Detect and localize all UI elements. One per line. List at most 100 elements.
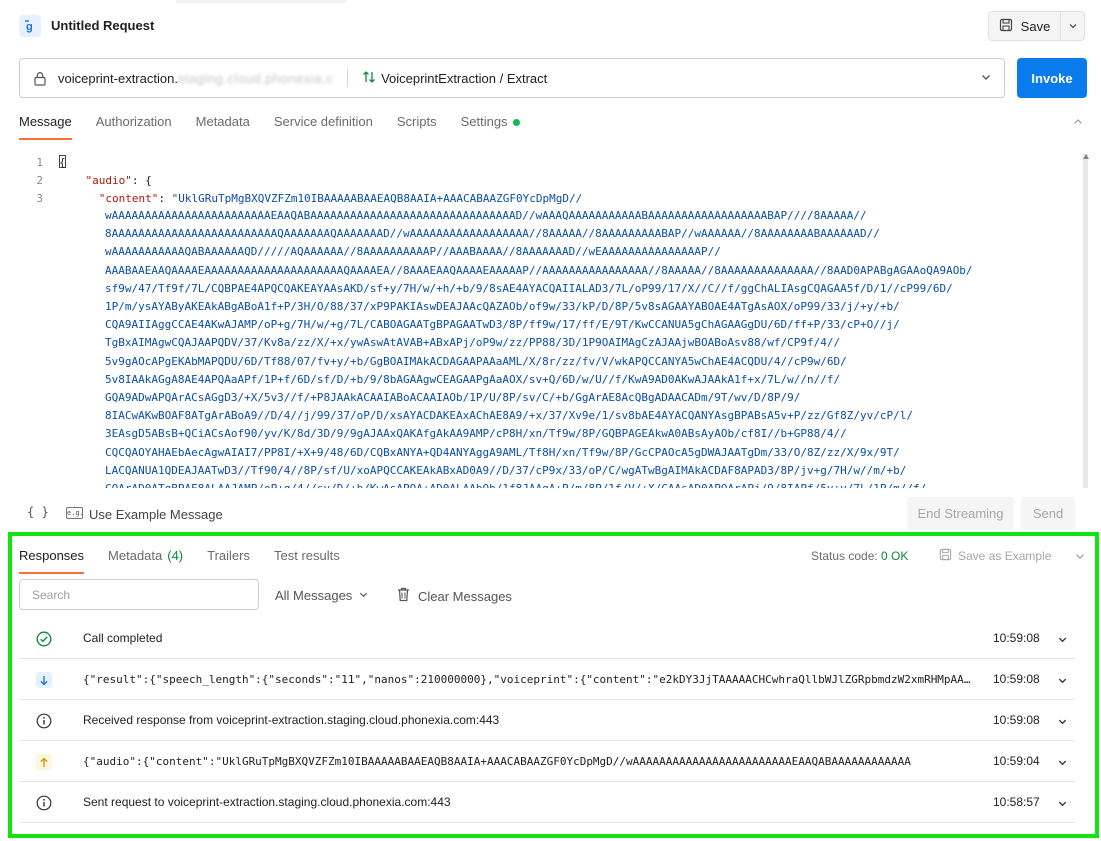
check-circle-icon: [36, 631, 52, 647]
chevron-down-icon[interactable]: [1057, 797, 1068, 812]
list-item[interactable]: Received response from voiceprint-extrac…: [19, 700, 1075, 741]
url-bar[interactable]: voiceprint-extraction.staging.cloud.phon…: [19, 58, 1005, 98]
save-button[interactable]: Save: [988, 11, 1061, 41]
use-example-message-button[interactable]: Use Example Message: [89, 507, 223, 522]
top-bar: g Untitled Request Save: [0, 0, 1101, 52]
chevron-down-icon[interactable]: [1057, 674, 1068, 689]
json-key-content: "content": [98, 192, 159, 205]
json-punct: :: [158, 192, 172, 205]
status-code: Status code: 0 OK: [811, 549, 908, 563]
tab-authorization[interactable]: Authorization: [96, 112, 172, 142]
base64-line: 1P/m/ysAYAByAKEAkABgABoA1f+P/3H/O/88/37/…: [105, 300, 900, 314]
tab-responses[interactable]: Responses: [19, 546, 85, 576]
base64-line: wAAAAAAAAAAAQABAAAAAAQD/////AQAAAAAA//8A…: [105, 245, 721, 259]
status-value: 0 OK: [881, 549, 909, 563]
save-as-example-button[interactable]: Save as Example: [939, 548, 1051, 564]
response-panel: Responses Metadata (4) Trailers Test resu…: [8, 532, 1099, 838]
end-streaming-button[interactable]: End Streaming: [907, 497, 1014, 530]
tab-strip-accent: [176, 0, 346, 3]
trash-icon: [397, 587, 410, 605]
base64-line: COArAD0ATgBPAE8ALAAJAMP/oP+g/4//sv/D/+b/…: [105, 480, 1045, 488]
save-label: Save: [1020, 18, 1051, 34]
code-content: { "audio": { "content": "UklGRuTpMgBXQVZ…: [59, 150, 1081, 205]
line-number: 3: [36, 192, 43, 205]
chevron-down-icon[interactable]: [980, 71, 992, 86]
message-editor[interactable]: 1 2 3 { "audio": { "content": "UklGRuTpM…: [19, 150, 1089, 488]
status-label: Status code:: [811, 549, 882, 563]
list-item[interactable]: Sent request to voiceprint-extraction.st…: [19, 782, 1075, 823]
tab-trailers[interactable]: Trailers: [207, 546, 250, 576]
svg-text:g: g: [26, 21, 33, 33]
arrow-up-icon: [36, 754, 52, 770]
message-filter-dropdown[interactable]: All Messages: [275, 588, 369, 603]
clear-messages-button[interactable]: Clear Messages: [397, 587, 512, 605]
example-message-icon: e.g.: [66, 507, 84, 519]
tab-metadata[interactable]: Metadata: [196, 112, 250, 142]
tab-message[interactable]: Message: [19, 112, 72, 142]
list-item[interactable]: {"result":{"speech_length":{"seconds":"1…: [19, 659, 1075, 700]
tab-test-results[interactable]: Test results: [274, 546, 340, 576]
settings-modified-dot: [512, 119, 520, 126]
message-time: 10:59:08: [993, 672, 1040, 686]
chevron-down-icon[interactable]: [1074, 550, 1086, 565]
message-time: 10:58:57: [993, 795, 1040, 809]
base64-line: CQCQAOYAHAEbAecAgwAIAI7/PP8I/+X+9/48/6D/…: [105, 445, 900, 459]
message-text: Sent request to voiceprint-extraction.st…: [83, 795, 451, 809]
tab-scripts[interactable]: Scripts: [397, 112, 437, 142]
method-name: Extract: [506, 70, 548, 86]
base64-line: 8IACwAKwBOAF8ATgArABoA9//D/4//j/99/37/oP…: [105, 409, 913, 423]
base64-line: 3EAsgD5ABsB+QCiACsAof90/yv/K/8d/3D/9/9gA…: [105, 427, 847, 441]
tab-label: Responses: [19, 548, 85, 563]
tab-label: Message: [19, 114, 72, 129]
base64-line: 5v9gAOcAPgEKAbMAPQDU/6D/Tf88/07/fv+y/+b/…: [105, 354, 847, 368]
chevron-down-icon[interactable]: [1057, 715, 1068, 730]
line-number-gutter: 1 2 3: [19, 150, 43, 205]
base64-line: 5v8IAAkAGgA8AE4APQAaAPf/1P+f/6D/sf/D/+b/…: [105, 372, 841, 386]
floppy-disk-icon: [999, 18, 1013, 35]
tab-label: Authorization: [95, 114, 172, 129]
search-input[interactable]: [19, 579, 259, 610]
response-tabs: Responses Metadata (4) Trailers Test resu…: [19, 546, 340, 576]
message-list: Call completed 10:59:08 {"result":{"spee…: [19, 618, 1075, 823]
save-as-example-label: Save as Example: [958, 549, 1052, 563]
json-value-start: "UklGRuTpMgBXQVZFZm10IBAAAAABAAEAQB8AAIA…: [171, 192, 583, 205]
chevron-up-icon[interactable]: [1072, 116, 1084, 131]
message-text: {"result":{"speech_length":{"seconds":"1…: [83, 673, 973, 686]
tab-service-definition[interactable]: Service definition: [274, 112, 373, 142]
invoke-button[interactable]: Invoke: [1017, 58, 1087, 98]
editor-scrollbar[interactable]: [1083, 154, 1089, 488]
line-number: 1: [36, 156, 43, 169]
format-braces-icon[interactable]: { }: [27, 505, 49, 519]
message-time: 10:59:04: [993, 754, 1040, 768]
save-group: Save: [988, 11, 1085, 41]
lock-icon: [33, 71, 49, 86]
url-divider: [347, 69, 349, 87]
base64-line: TgBxAIMAgwCQAJAAPQDV/37/Kv8a/zz/X/+x/ywA…: [105, 336, 841, 350]
list-item[interactable]: {"audio":{"content":"UklGRuTpMgBXQVZFZm1…: [19, 741, 1075, 782]
method-selector[interactable]: VoiceprintExtraction / Extract: [362, 70, 547, 87]
save-options-button[interactable]: [1061, 11, 1085, 41]
server-url-visible: voiceprint-extraction.: [58, 70, 178, 86]
send-button[interactable]: Send: [1021, 497, 1075, 530]
message-time: 10:59:08: [993, 631, 1040, 645]
message-time: 10:59:08: [993, 713, 1040, 727]
service-name: VoiceprintExtraction: [381, 70, 496, 86]
chevron-down-icon[interactable]: [1057, 756, 1068, 771]
base64-content: wAAAAAAAAAAAAAAAAAAAAAAAAEAAQABAAAAAAAAA…: [105, 207, 1045, 488]
info-icon: [36, 795, 52, 811]
base64-line: LACQANUA1QDEAJAATwD3//Tf90/4//8P/sf/U/xo…: [105, 463, 907, 477]
chevron-down-icon[interactable]: [1057, 633, 1068, 648]
list-item[interactable]: Call completed 10:59:08: [19, 618, 1075, 659]
base64-line: CQA9AIIAggCCAE4AKwAJAMP/oP+g/7H/w/+g/7L/…: [105, 318, 900, 332]
server-url[interactable]: voiceprint-extraction.staging.cloud.phon…: [58, 71, 333, 86]
base64-line: sf9w/47/Tf9f/7L/CQBPAE4APQCQAKEAYAAsAKD/…: [105, 281, 953, 295]
base64-line: AAABAAEAAQAAAAEAAAAAAAAAAAAAAAAAAAAAQAAA…: [105, 263, 973, 277]
tab-label: Service definition: [273, 114, 373, 129]
scroll-up-arrow[interactable]: [1083, 154, 1089, 159]
tab-label: Scripts: [396, 114, 437, 129]
tab-settings[interactable]: Settings: [461, 112, 520, 142]
request-title[interactable]: Untitled Request: [51, 18, 154, 33]
message-text: {"audio":{"content":"UklGRuTpMgBXQVZFZm1…: [83, 755, 911, 768]
arrow-down-icon: [36, 672, 52, 688]
tab-response-metadata[interactable]: Metadata (4): [108, 546, 183, 576]
